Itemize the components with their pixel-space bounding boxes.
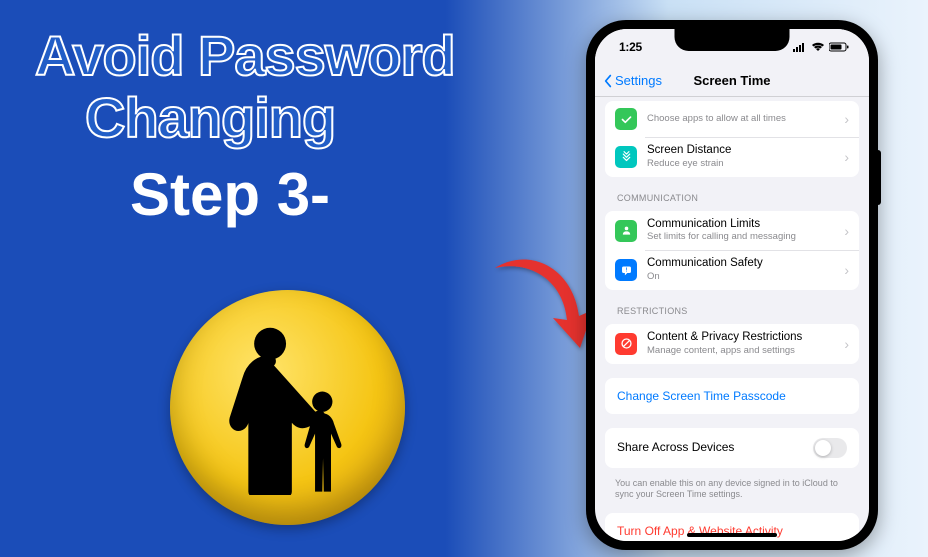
link-change-passcode[interactable]: Change Screen Time Passcode bbox=[605, 378, 859, 414]
banner-title-line2: Changing bbox=[85, 87, 535, 149]
chevron-right-icon: › bbox=[844, 223, 849, 239]
chevron-right-icon: › bbox=[844, 262, 849, 278]
chevron-right-icon: › bbox=[844, 111, 849, 127]
chevron-left-icon bbox=[601, 74, 615, 88]
wifi-icon bbox=[811, 42, 825, 52]
note-share: You can enable this on any device signed… bbox=[595, 474, 869, 501]
notch bbox=[675, 29, 790, 51]
status-time: 1:25 bbox=[619, 40, 642, 54]
row-share-across-devices[interactable]: Share Across Devices bbox=[605, 428, 859, 468]
battery-icon bbox=[829, 42, 849, 52]
distance-icon bbox=[615, 146, 637, 168]
toggle-share-devices[interactable] bbox=[813, 438, 847, 458]
chevron-right-icon: › bbox=[844, 336, 849, 352]
svg-text:!: ! bbox=[625, 267, 627, 273]
tutorial-banner: Avoid Password Changing Step 3- bbox=[35, 25, 535, 229]
row-screen-distance[interactable]: Screen DistanceReduce eye strain › bbox=[605, 137, 859, 177]
section-communication: COMMUNICATION bbox=[595, 183, 869, 205]
person-bubble-icon bbox=[615, 220, 637, 242]
row-communication-safety[interactable]: ! Communication SafetyOn › bbox=[605, 250, 859, 290]
row-communication-limits[interactable]: Communication LimitsSet limits for calli… bbox=[605, 211, 859, 251]
back-label: Settings bbox=[615, 73, 662, 88]
checkmark-icon bbox=[615, 108, 637, 130]
nav-bar: Settings Screen Time bbox=[595, 65, 869, 97]
parental-controls-icon bbox=[170, 290, 405, 525]
chat-warning-icon: ! bbox=[615, 259, 637, 281]
step-label: Step 3- bbox=[130, 160, 535, 229]
no-entry-icon bbox=[615, 333, 637, 355]
settings-content[interactable]: Choose apps to allow at all times › Scre… bbox=[595, 97, 869, 541]
row-content-privacy-restrictions[interactable]: Content & Privacy RestrictionsManage con… bbox=[605, 324, 859, 364]
signal-icon bbox=[793, 42, 807, 52]
iphone-mockup: 1:25 Settings Screen Time Choose apps to… bbox=[586, 20, 878, 550]
chevron-right-icon: › bbox=[844, 149, 849, 165]
back-button[interactable]: Settings bbox=[595, 73, 662, 88]
row-always-allowed[interactable]: Choose apps to allow at all times › bbox=[605, 101, 859, 137]
home-indicator[interactable] bbox=[687, 533, 777, 537]
section-restrictions: RESTRICTIONS bbox=[595, 296, 869, 318]
banner-title-line1: Avoid Password bbox=[35, 25, 535, 87]
